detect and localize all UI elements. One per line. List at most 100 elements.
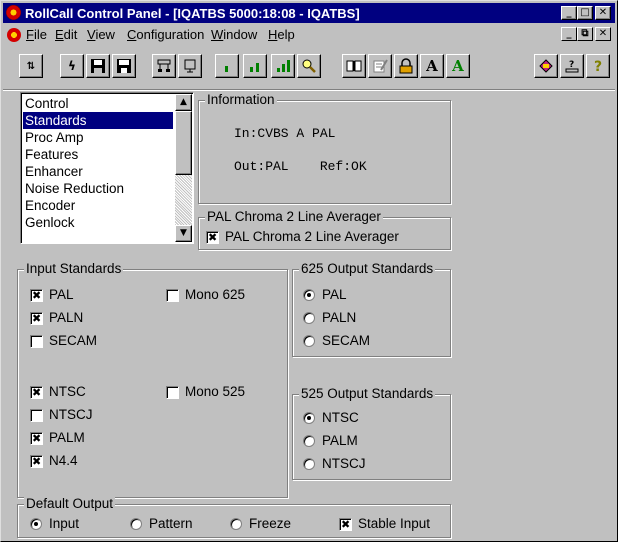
- menu-file[interactable]: File: [26, 27, 47, 42]
- edit-form-button[interactable]: [368, 54, 392, 78]
- output525-ntscj-radio[interactable]: NTSCJ: [303, 456, 366, 472]
- radio-circle[interactable]: [30, 518, 42, 530]
- list-item-proc-amp[interactable]: Proc Amp: [23, 129, 173, 146]
- list-item-encoder[interactable]: Encoder: [23, 197, 173, 214]
- input-standards-label: Input Standards: [24, 261, 124, 277]
- radio-circle[interactable]: [303, 435, 315, 447]
- rollcall-app-icon[interactable]: [6, 5, 21, 20]
- checkbox-box[interactable]: [166, 385, 179, 399]
- output525-palm-radio[interactable]: PALM: [303, 433, 358, 449]
- scroll-down-button[interactable]: ▼: [175, 225, 192, 242]
- window-title: RollCall Control Panel - [IQATBS 5000:18…: [25, 6, 360, 21]
- list-item-standards[interactable]: Standards: [23, 112, 173, 129]
- list-scrollbar[interactable]: ▲ ▼: [175, 94, 192, 242]
- radio-circle[interactable]: [303, 335, 315, 347]
- doc-minimize-button[interactable]: _: [561, 27, 577, 41]
- menu-view[interactable]: View: [87, 27, 115, 42]
- default-pattern-radio[interactable]: Pattern: [130, 516, 193, 532]
- output525-ntsc-radio[interactable]: NTSC: [303, 410, 359, 426]
- output625-paln-radio[interactable]: PALN: [303, 310, 356, 326]
- context-help-button[interactable]: ?: [586, 54, 610, 78]
- output625-paln-label: PALN: [322, 310, 357, 325]
- font-a-green-button[interactable]: A: [446, 54, 470, 78]
- input-ntscj-checkbox[interactable]: NTSCJ: [30, 407, 93, 423]
- signal-high-button[interactable]: [271, 54, 295, 78]
- network-button[interactable]: [152, 54, 176, 78]
- menu-configuration[interactable]: Configuration: [127, 27, 204, 42]
- output625-secam-radio[interactable]: SECAM: [303, 333, 370, 349]
- save-icon: [91, 59, 105, 73]
- doc-close-button[interactable]: ✕: [595, 27, 611, 41]
- title-bar[interactable]: RollCall Control Panel - [IQATBS 5000:18…: [3, 3, 615, 23]
- save-button[interactable]: [86, 54, 110, 78]
- category-list[interactable]: Control Standards Proc Amp Features Enha…: [20, 92, 194, 244]
- document-icon[interactable]: [7, 28, 21, 42]
- list-item-noise-reduction[interactable]: Noise Reduction: [23, 180, 173, 197]
- scroll-thumb[interactable]: [175, 111, 192, 175]
- checkbox-box[interactable]: [30, 431, 43, 447]
- search-button[interactable]: [297, 54, 321, 78]
- signal-medium-button[interactable]: [243, 54, 267, 78]
- input-pal-label: PAL: [49, 287, 74, 302]
- input-paln-checkbox[interactable]: PALN: [30, 310, 83, 327]
- list-item-genlock[interactable]: Genlock: [23, 214, 173, 231]
- checkbox-box[interactable]: [30, 385, 43, 401]
- input-mono525-checkbox[interactable]: Mono 525: [166, 384, 245, 400]
- radio-circle[interactable]: [303, 458, 315, 470]
- signal-medium-icon: [250, 63, 259, 72]
- font-a-button[interactable]: A: [420, 54, 444, 78]
- checkbox-box[interactable]: [166, 288, 179, 302]
- input-ntsc-checkbox[interactable]: NTSC: [30, 384, 86, 401]
- list-item-control[interactable]: Control: [23, 95, 173, 112]
- input-n44-label: N4.4: [49, 453, 78, 468]
- maximize-button[interactable]: □: [577, 6, 593, 20]
- doc-restore-button[interactable]: ⧉: [577, 27, 593, 41]
- log-button[interactable]: [534, 54, 558, 78]
- save-all-button[interactable]: [112, 54, 136, 78]
- input-palm-label: PALM: [49, 430, 85, 445]
- menu-edit[interactable]: Edit: [55, 27, 77, 42]
- output525-ntsc-label: NTSC: [322, 410, 359, 425]
- book-button[interactable]: [342, 54, 366, 78]
- signal-low-button[interactable]: [215, 54, 239, 78]
- output625-pal-label: PAL: [322, 287, 347, 302]
- menu-help[interactable]: Help: [268, 27, 295, 42]
- input-pal-checkbox[interactable]: PAL: [30, 287, 74, 304]
- minimize-button[interactable]: _: [561, 6, 577, 20]
- checkbox-box[interactable]: [206, 230, 219, 246]
- checkbox-box[interactable]: [30, 311, 43, 327]
- input-n44-checkbox[interactable]: N4.4: [30, 453, 78, 470]
- close-button[interactable]: ✕: [595, 6, 611, 20]
- list-item-features[interactable]: Features: [23, 146, 173, 163]
- radio-circle[interactable]: [230, 518, 242, 530]
- default-input-radio[interactable]: Input: [30, 516, 79, 532]
- radio-circle[interactable]: [303, 412, 315, 424]
- default-freeze-radio[interactable]: Freeze: [230, 516, 291, 532]
- checkbox-box[interactable]: [30, 288, 43, 304]
- radio-circle[interactable]: [303, 312, 315, 324]
- list-item-enhancer[interactable]: Enhancer: [23, 163, 173, 180]
- menu-window[interactable]: Window: [211, 27, 257, 42]
- output625-pal-radio[interactable]: PAL: [303, 287, 347, 303]
- input-mono625-checkbox[interactable]: Mono 625: [166, 287, 245, 303]
- checkbox-box[interactable]: [30, 334, 43, 348]
- edit-form-icon: [373, 59, 388, 73]
- checkbox-box[interactable]: [339, 517, 352, 533]
- help-about-button[interactable]: ?: [560, 54, 584, 78]
- checkbox-box[interactable]: [30, 408, 43, 422]
- checkbox-box[interactable]: [30, 454, 43, 470]
- input-palm-checkbox[interactable]: PALM: [30, 430, 85, 447]
- network-icon: [157, 59, 171, 72]
- lock-button[interactable]: [394, 54, 418, 78]
- log-icon: [539, 59, 553, 73]
- scroll-up-button[interactable]: ▲: [175, 94, 192, 111]
- toolbar: ⇅ ϟ A A ? ?: [3, 44, 615, 90]
- pal-chroma-checkbox[interactable]: PAL Chroma 2 Line Averager: [206, 229, 399, 246]
- radio-circle[interactable]: [130, 518, 142, 530]
- radio-circle[interactable]: [303, 289, 315, 301]
- stable-input-checkbox[interactable]: Stable Input: [339, 516, 430, 533]
- lightning-button[interactable]: ϟ: [60, 54, 84, 78]
- device-button[interactable]: [178, 54, 202, 78]
- connect-button[interactable]: ⇅: [19, 54, 43, 78]
- input-secam-checkbox[interactable]: SECAM: [30, 333, 97, 349]
